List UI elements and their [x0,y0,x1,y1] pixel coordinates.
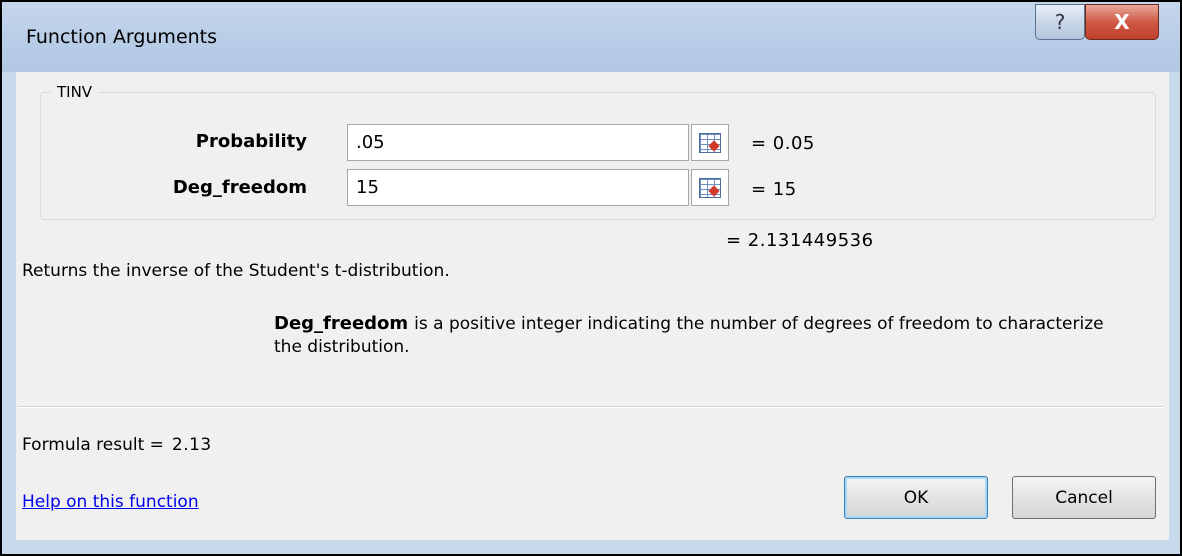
help-button[interactable]: ? [1035,4,1085,40]
function-description: Returns the inverse of the Student's t-d… [22,261,450,281]
function-arguments-dialog: Function Arguments ? X TINV Probability … [0,0,1182,556]
close-button[interactable]: X [1085,4,1159,40]
cancel-button[interactable]: Cancel [1012,476,1156,519]
probability-collapse-button[interactable] [691,124,729,161]
formula-result-label: Formula result = [22,435,164,455]
ok-button[interactable]: OK [844,476,988,519]
title-bar[interactable]: Function Arguments ? X [2,2,1180,72]
divider [18,406,1165,408]
dialog-title: Function Arguments [26,26,218,48]
range-select-icon [699,177,721,198]
range-select-icon [699,132,721,153]
probability-input[interactable] [347,124,689,161]
deg-freedom-input[interactable] [347,169,689,206]
help-on-function-link[interactable]: Help on this function [22,492,199,512]
function-name: TINV [51,83,99,101]
probability-evaluated: = 0.05 [751,133,815,154]
argument-help-name: Deg_freedom [274,313,409,334]
question-icon: ? [1054,10,1066,34]
function-result: = 2.131449536 [726,230,874,251]
formula-result: Formula result = 2.13 [22,435,212,455]
deg-freedom-evaluated: = 15 [751,179,797,200]
close-icon: X [1114,10,1130,34]
formula-result-value: 2.13 [171,435,212,455]
probability-label: Probability [195,131,307,152]
function-groupbox: TINV Probability = 0.05 Deg_freedom = 15 [40,83,1156,220]
deg-freedom-label: Deg_freedom [172,177,307,198]
dialog-body: TINV Probability = 0.05 Deg_freedom = 15… [16,72,1169,540]
argument-help: Deg_freedom is a positive integer indicat… [274,312,1134,359]
deg-freedom-collapse-button[interactable] [691,169,729,206]
